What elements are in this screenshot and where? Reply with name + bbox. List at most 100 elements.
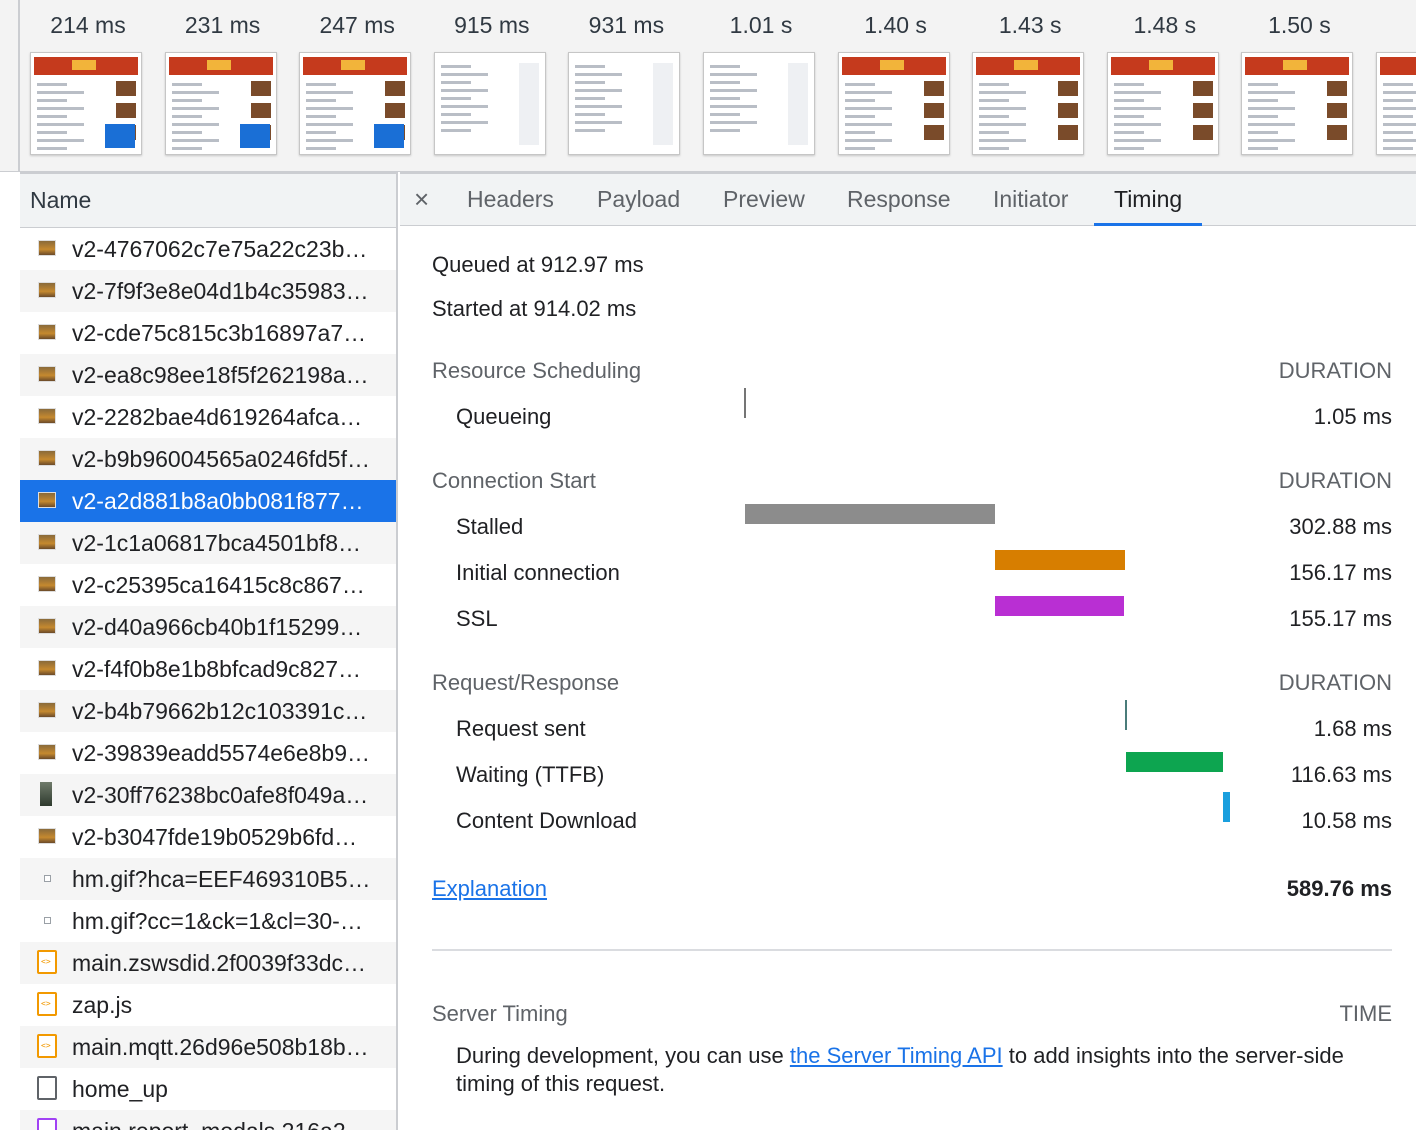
request-row[interactable]: v2-2282bae4d619264afca… (20, 396, 396, 438)
filmstrip-frame[interactable]: 1.40 s (837, 0, 972, 171)
frame-thumbnail[interactable] (837, 52, 950, 155)
request-row[interactable]: v2-4767062c7e75a22c23b… (20, 228, 396, 270)
frame-timestamp: 214 ms (50, 12, 126, 38)
request-name: v2-b9b96004565a0246fd5f… (72, 446, 370, 472)
request-row[interactable]: v2-30ff76238bc0afe8f049a… (20, 774, 396, 816)
request-row[interactable]: hm.gif?cc=1&ck=1&cl=30-… (20, 900, 396, 942)
frame-thumbnail[interactable] (164, 52, 277, 155)
request-name: v2-ea8c98ee18f5f262198a… (72, 362, 369, 388)
filmstrip-frame[interactable]: 2 (1376, 0, 1416, 171)
thumbnail-detail (710, 89, 757, 92)
thumbnail-detail (1113, 83, 1144, 86)
image-icon (38, 324, 56, 340)
filmstrip-frame[interactable]: 1.48 s (1106, 0, 1241, 171)
thumbnail-detail (710, 105, 757, 108)
filmstrip-frame[interactable]: 1.43 s (972, 0, 1106, 171)
thumbnail-detail (1192, 125, 1213, 140)
started-at-text: Started at 914.02 ms (432, 296, 637, 321)
frame-thumbnail[interactable] (972, 52, 1085, 155)
thumbnail-detail (171, 139, 219, 142)
thumbnail-detail (1383, 115, 1413, 118)
timing-bar-content-download[interactable] (1222, 792, 1230, 822)
request-row[interactable]: v2-39839eadd5574e6e8b9… (20, 732, 396, 774)
filmstrip-frame[interactable]: 931 ms (568, 0, 702, 171)
section-divider (432, 949, 1392, 951)
filmstrip-frame[interactable]: 915 ms (433, 0, 568, 171)
phase-duration-content-download: 10.58 ms (1301, 808, 1393, 833)
request-row[interactable]: v2-b4b79662b12c103391c… (20, 690, 396, 732)
image-icon (38, 660, 56, 676)
filmstrip-frame[interactable]: 247 ms (299, 0, 433, 171)
timing-bar-request-sent[interactable] (1124, 700, 1127, 730)
request-row[interactable]: zap.js (20, 984, 396, 1026)
tab-timing[interactable]: Timing (1094, 174, 1203, 226)
frame-thumbnail[interactable] (433, 52, 546, 155)
request-row[interactable]: home_up (20, 1068, 396, 1110)
thumbnail-detail (575, 129, 606, 132)
tab-headers[interactable]: Headers (467, 174, 554, 226)
timing-bar-waiting-ttfb[interactable] (1126, 752, 1223, 772)
tab-preview[interactable]: Preview (723, 174, 805, 226)
request-row[interactable]: v2-f4f0b8e1b8bfcad9c827… (20, 648, 396, 690)
thumbnail-detail (34, 57, 138, 75)
thumbnail-detail (1383, 107, 1416, 110)
explanation-link[interactable]: Explanation (432, 876, 547, 902)
request-name: v2-c25395ca16415c8c867… (72, 572, 365, 598)
tab-response[interactable]: Response (847, 174, 951, 226)
request-row[interactable]: main.mqtt.26d96e508b18b… (20, 1026, 396, 1068)
thumbnail-detail (306, 115, 337, 118)
filmstrip-frame[interactable]: 214 ms (30, 0, 164, 171)
filmstrip-frame[interactable]: 231 ms (164, 0, 299, 171)
timing-bar-stalled[interactable] (744, 504, 996, 524)
thumbnail-detail (1327, 125, 1348, 140)
request-row-selected[interactable]: v2-a2d881b8a0bb081f877… (20, 480, 396, 522)
frame-thumbnail[interactable] (703, 52, 815, 155)
request-row[interactable]: v2-ea8c98ee18f5f262198a… (20, 354, 396, 396)
request-row[interactable]: v2-7f9f3e8e04d1b4c35983… (20, 270, 396, 312)
frame-thumbnail[interactable] (1376, 52, 1416, 155)
thumbnail-detail (1248, 139, 1296, 142)
request-row[interactable]: hm.gif?hca=EEF469310B5… (20, 858, 396, 900)
request-row[interactable]: v2-c25395ca16415c8c867… (20, 564, 396, 606)
tab-payload[interactable]: Payload (597, 174, 680, 226)
request-name: v2-f4f0b8e1b8bfcad9c827… (72, 656, 361, 682)
request-row[interactable]: main.zswsdid.2f0039f33dc… (20, 942, 396, 984)
request-row[interactable]: v2-b3047fde19b0529b6fd… (20, 816, 396, 858)
thumbnail-detail (171, 123, 219, 126)
thumbnail-detail (841, 57, 946, 75)
thumbnail-detail (1383, 99, 1413, 102)
script-icon (37, 950, 57, 974)
request-row[interactable]: v2-d40a966cb40b1f15299… (20, 606, 396, 648)
thumbnail-detail (844, 139, 892, 142)
thumbnail-detail (250, 81, 271, 96)
thumbnail-detail (1327, 81, 1348, 96)
thumbnail-detail (1248, 123, 1296, 126)
request-row[interactable]: v2-b9b96004565a0246fd5f… (20, 438, 396, 480)
request-row[interactable]: v2-1c1a06817bca4501bf8… (20, 522, 396, 564)
frame-thumbnail[interactable] (1106, 52, 1219, 155)
phase-duration-ssl: 155.17 ms (1289, 606, 1392, 631)
thumbnail-detail (250, 103, 271, 118)
filmstrip: 214 ms 231 ms 247 ms 915 ms 931 ms 1.01 s 1.40… (0, 0, 1416, 172)
close-icon[interactable]: × (414, 184, 429, 214)
filmstrip-frame[interactable]: 1.01 s (703, 0, 837, 171)
tab-initiator[interactable]: Initiator (993, 174, 1068, 226)
thumbnail-detail (37, 131, 67, 134)
server-timing-api-link[interactable]: the Server Timing API (790, 1043, 1003, 1068)
thumbnail-detail (1113, 139, 1161, 142)
filmstrip-frame[interactable]: 1.50 s (1241, 0, 1375, 171)
timing-bar-initial-connection[interactable] (995, 550, 1125, 570)
timing-bar-ssl[interactable] (995, 596, 1124, 616)
frame-thumbnail[interactable] (30, 52, 142, 155)
request-row[interactable]: v2-cde75c815c3b16897a7… (20, 312, 396, 354)
timing-bar-queueing[interactable] (744, 388, 746, 418)
thumbnail-detail (171, 83, 202, 86)
phase-duration-waiting-ttfb: 116.63 ms (1290, 762, 1392, 787)
frame-thumbnail[interactable] (568, 52, 681, 155)
request-row[interactable]: main.report_modals.216a2… (20, 1110, 396, 1130)
frame-thumbnail[interactable] (1241, 52, 1354, 155)
name-column-header[interactable]: Name (20, 172, 396, 228)
thumbnail-detail (788, 63, 808, 145)
frame-thumbnail[interactable] (299, 52, 412, 155)
phase-duration-initial-connection: 156.17 ms (1289, 560, 1392, 585)
